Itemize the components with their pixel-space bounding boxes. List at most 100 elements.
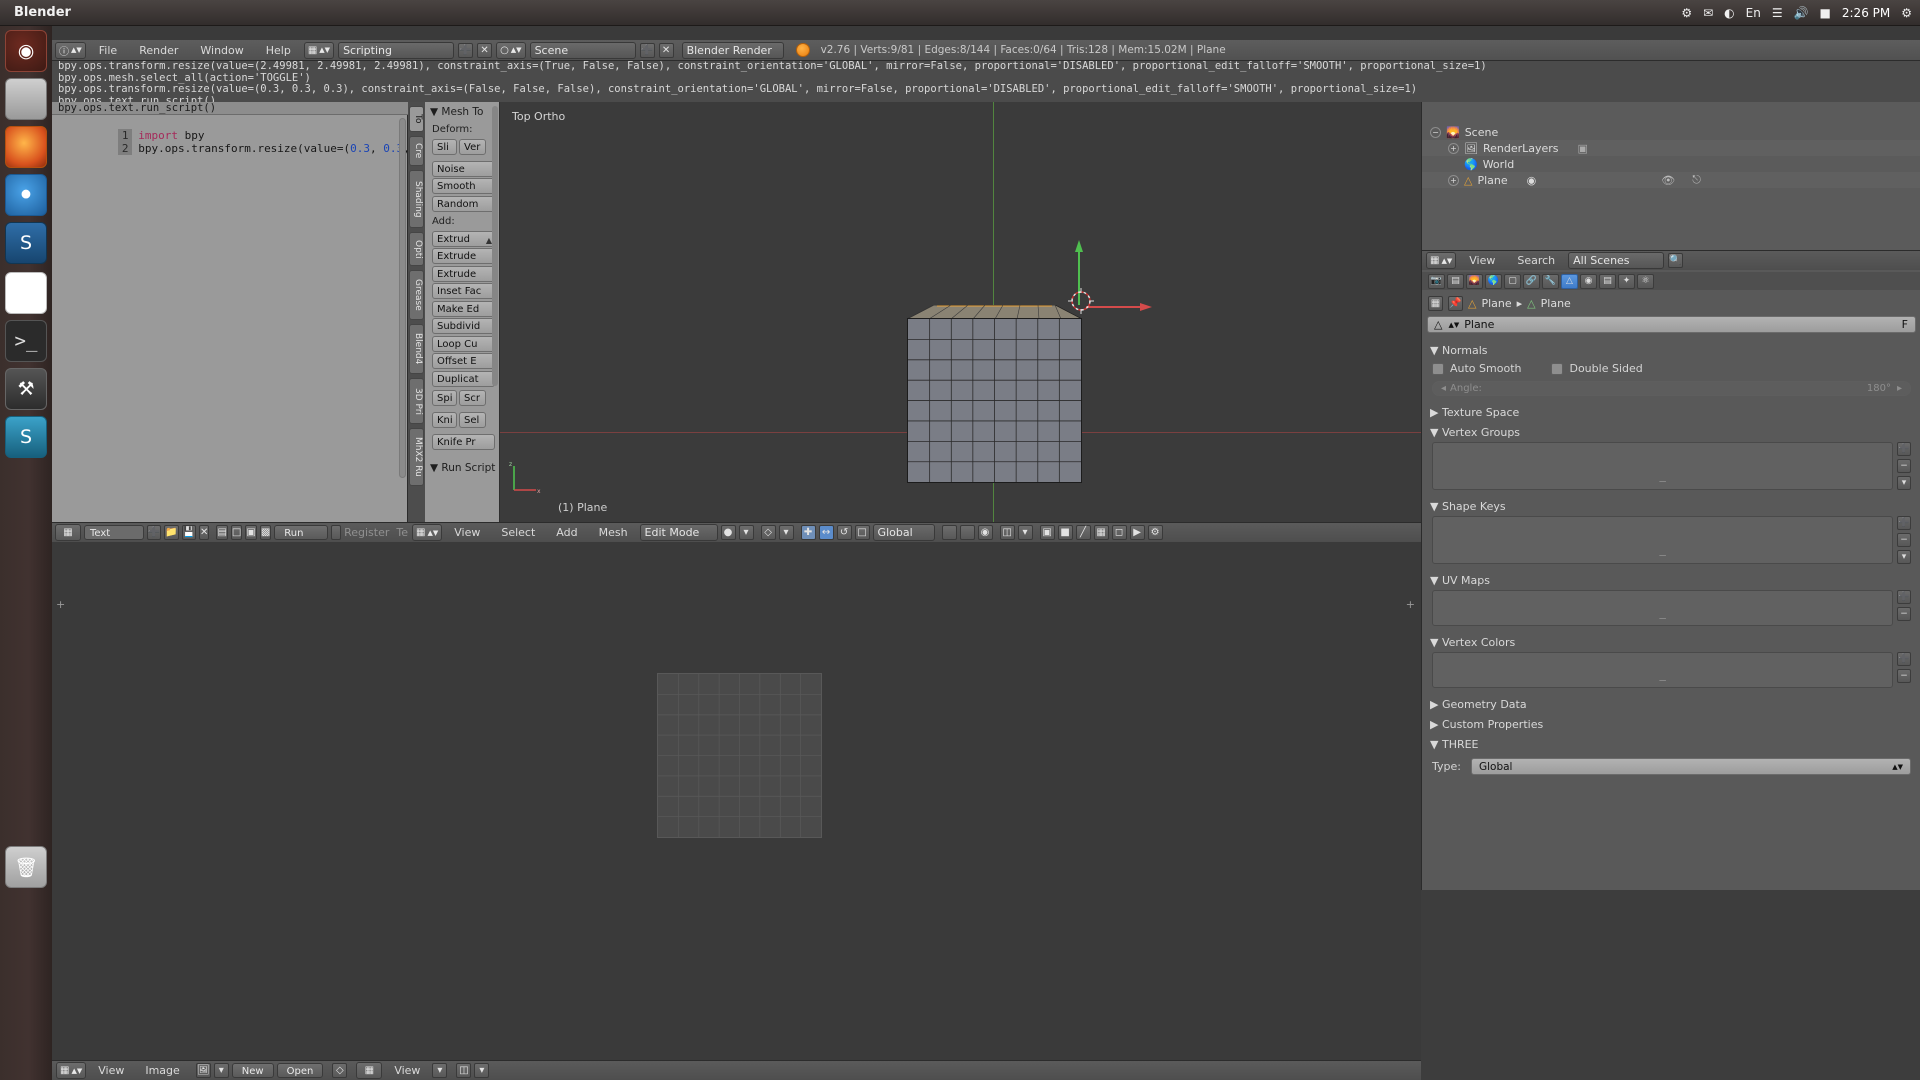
outliner-row-world[interactable]: 🌎 World bbox=[1422, 156, 1920, 172]
vertex-colors-list[interactable]: ⚊ bbox=[1432, 652, 1893, 688]
tab-material[interactable]: ◉ bbox=[1580, 273, 1597, 289]
launcher-firefox-icon[interactable] bbox=[5, 126, 47, 168]
tool-button-knife[interactable]: Kni bbox=[432, 411, 457, 428]
viewport-3d[interactable]: Top Ortho (1) Plane z x To Cre Shading O… bbox=[408, 102, 1421, 522]
battery-icon[interactable]: ■ bbox=[1820, 7, 1831, 19]
syntax-highlight-toggle[interactable]: ▣ bbox=[245, 525, 257, 540]
tool-button-sli[interactable]: Sli bbox=[432, 138, 457, 155]
manipulator-toggle-icon[interactable]: ✚ bbox=[800, 525, 816, 540]
viewport-menu-select[interactable]: Select bbox=[492, 524, 544, 541]
outliner-row-scene[interactable]: − 🌄 Scene bbox=[1422, 124, 1920, 140]
extra-icon[interactable]: ⚙ bbox=[1147, 525, 1163, 540]
editor-type-view3d-icon[interactable]: ▦ ▲▼ bbox=[412, 524, 443, 541]
tool-button-extrude-region[interactable]: Extrud▲▼ bbox=[432, 230, 495, 247]
editor-type-text-icon[interactable]: ▦ bbox=[55, 524, 81, 541]
section-texture-space[interactable]: ▶ Texture Space bbox=[1422, 402, 1920, 422]
menu-window[interactable]: Window bbox=[191, 42, 252, 59]
vertex-group-specials-button[interactable]: ▾ bbox=[1897, 476, 1911, 490]
screen-layout-icon[interactable]: ▦ ▲▼ bbox=[303, 41, 335, 59]
new-text-button[interactable]: ➕ bbox=[146, 525, 162, 540]
menu-file[interactable]: File bbox=[90, 42, 126, 59]
double-sided-checkbox[interactable] bbox=[1551, 362, 1564, 375]
section-custom-properties[interactable]: ▶ Custom Properties bbox=[1422, 714, 1920, 734]
network-icon[interactable]: ◐ bbox=[1724, 7, 1734, 19]
manipulator-rotate-icon[interactable]: ↺ bbox=[836, 525, 852, 540]
section-uv-maps[interactable]: ▼ UV Maps bbox=[1422, 570, 1920, 590]
unlink-text-button[interactable]: ✕ bbox=[199, 525, 210, 540]
uv-snap-dropdown-icon[interactable]: ▾ bbox=[474, 1063, 490, 1078]
section-shape-keys[interactable]: ▼ Shape Keys bbox=[1422, 496, 1920, 516]
tab-particles[interactable]: ✦ bbox=[1618, 273, 1635, 289]
viewport-menu-add[interactable]: Add bbox=[547, 524, 586, 541]
mail-icon[interactable]: ✉ bbox=[1703, 7, 1713, 19]
tool-tab-mhx2[interactable]: MhX2 Ru bbox=[409, 428, 424, 486]
properties-tab-row[interactable]: 📷 ▤ 🌄 🌎 ▢ 🔗 🔧 △ ◉ ▤ ✦ ⚛ bbox=[1422, 272, 1920, 290]
tool-button-screw[interactable]: Scr bbox=[459, 389, 486, 406]
uv-image-editor[interactable]: + + ▦ ▲▼ View Image 🖼 ▾ New Open ◇ ▦ Vie… bbox=[52, 542, 1421, 1080]
expand-icon[interactable]: + bbox=[1448, 142, 1459, 154]
restrict-view-icon[interactable]: 👁 bbox=[1661, 174, 1675, 187]
text-datablock-field[interactable]: Text bbox=[84, 525, 144, 540]
open-text-button[interactable]: 📁 bbox=[164, 525, 179, 540]
tool-button-select[interactable]: Sel bbox=[459, 411, 486, 428]
tool-button-offset-edge[interactable]: Offset E bbox=[432, 353, 495, 369]
line-numbers-toggle[interactable]: ▤ bbox=[216, 525, 228, 540]
tool-button-subdivide[interactable]: Subdivid bbox=[432, 318, 495, 334]
section-geometry-data[interactable]: ▶ Geometry Data bbox=[1422, 694, 1920, 714]
shape-keys-list[interactable]: ⚊ bbox=[1432, 516, 1893, 564]
volume-icon[interactable]: 🔊 bbox=[1794, 7, 1809, 19]
editor-type-outliner-icon[interactable]: ▦ ▲▼ bbox=[1426, 252, 1457, 269]
uv-menu-image[interactable]: Image bbox=[136, 1062, 188, 1079]
add-vertex-group-button[interactable]: ➕ bbox=[1897, 442, 1911, 456]
outliner-row-plane[interactable]: + △ Plane ◉ 👁 ⎋ bbox=[1422, 172, 1920, 188]
tool-button-duplicate[interactable]: Duplicat bbox=[432, 370, 495, 387]
tool-button-random[interactable]: Random bbox=[432, 195, 495, 212]
expand-icon[interactable]: + bbox=[1448, 174, 1459, 186]
tab-modifiers[interactable]: 🔧 bbox=[1542, 273, 1559, 289]
viewport-shading-solid-icon[interactable]: ● bbox=[720, 525, 736, 540]
mesh-object-plane[interactable] bbox=[907, 318, 1082, 483]
mesh-data-icon[interactable]: ◉ bbox=[1527, 174, 1537, 187]
menu-help[interactable]: Help bbox=[257, 42, 300, 59]
remove-uv-map-button[interactable]: − bbox=[1897, 607, 1911, 621]
image-datablock-icon[interactable]: 🖼 bbox=[195, 1063, 211, 1078]
run-script-button[interactable]: Run Script bbox=[274, 525, 328, 554]
launcher-terminal-icon[interactable]: >_ bbox=[5, 320, 47, 362]
add-vertex-color-button[interactable]: ➕ bbox=[1897, 652, 1911, 666]
tool-panel-title[interactable]: ▼ Mesh To bbox=[426, 102, 500, 121]
info-editor[interactable]: bpy.ops.transform.resize(value=(2.49981,… bbox=[52, 61, 1920, 102]
keyboard-layout-indicator[interactable]: En bbox=[1746, 7, 1761, 19]
outliner-display-mode[interactable]: All Scenes bbox=[1568, 252, 1665, 269]
transform-orientation-selector[interactable]: Global bbox=[872, 524, 935, 541]
tool-button-extrude[interactable]: Extrude bbox=[432, 265, 495, 282]
text-editor[interactable]: bpy.ops.text.run_script() 1 import bpy 2b… bbox=[52, 102, 450, 522]
tool-button-extrude-individual[interactable]: Extrude bbox=[432, 248, 495, 264]
renderlayer-toggle-icon[interactable]: ▣ bbox=[1578, 142, 1588, 155]
tool-button-make-edge[interactable]: Make Ed bbox=[432, 300, 495, 317]
uv-menu-view[interactable]: View bbox=[89, 1062, 133, 1079]
tool-button-spin[interactable]: Spi bbox=[432, 389, 457, 406]
double-sided-row[interactable]: Double Sided bbox=[1551, 362, 1643, 375]
text-editor-body[interactable]: 1 import bpy 2 bpy.ops.transform.resize(va… bbox=[52, 116, 450, 521]
tool-button-noise[interactable]: Noise bbox=[432, 160, 495, 177]
launcher-dash-icon[interactable]: ◉ bbox=[5, 30, 47, 72]
remove-vertex-group-button[interactable]: − bbox=[1897, 459, 1911, 473]
uv-pivot-icon[interactable]: ◇ bbox=[332, 1063, 348, 1078]
face-select-icon[interactable]: ▦ bbox=[1093, 525, 1109, 540]
object-data-name-field[interactable]: △ ▲▼ Plane F bbox=[1427, 316, 1916, 333]
section-vertex-groups[interactable]: ▼ Vertex Groups bbox=[1422, 422, 1920, 442]
tool-shelf-scrollbar[interactable] bbox=[492, 106, 498, 386]
manipulator-scale-icon[interactable]: □ bbox=[854, 525, 870, 540]
scene-datablock-icon[interactable]: ○ ▲▼ bbox=[496, 41, 526, 59]
tool-tab-blend4[interactable]: Blend4 bbox=[409, 324, 424, 374]
menu-render[interactable]: Render bbox=[130, 42, 187, 59]
tool-button-ver[interactable]: Ver bbox=[459, 138, 486, 155]
section-normals[interactable]: ▼ Normals bbox=[1422, 340, 1920, 360]
snap-toggle-icon[interactable]: ◫ bbox=[999, 525, 1015, 540]
layer-button-1[interactable] bbox=[941, 525, 957, 540]
tool-tab-tools[interactable]: To bbox=[409, 106, 424, 132]
viewport-shading-dropdown-icon[interactable]: ▾ bbox=[738, 525, 754, 540]
word-wrap-toggle[interactable]: □ bbox=[230, 525, 243, 540]
tool-tab-options[interactable]: Opti bbox=[409, 232, 424, 266]
launcher-tool-icon[interactable]: ⚒ bbox=[5, 368, 47, 410]
